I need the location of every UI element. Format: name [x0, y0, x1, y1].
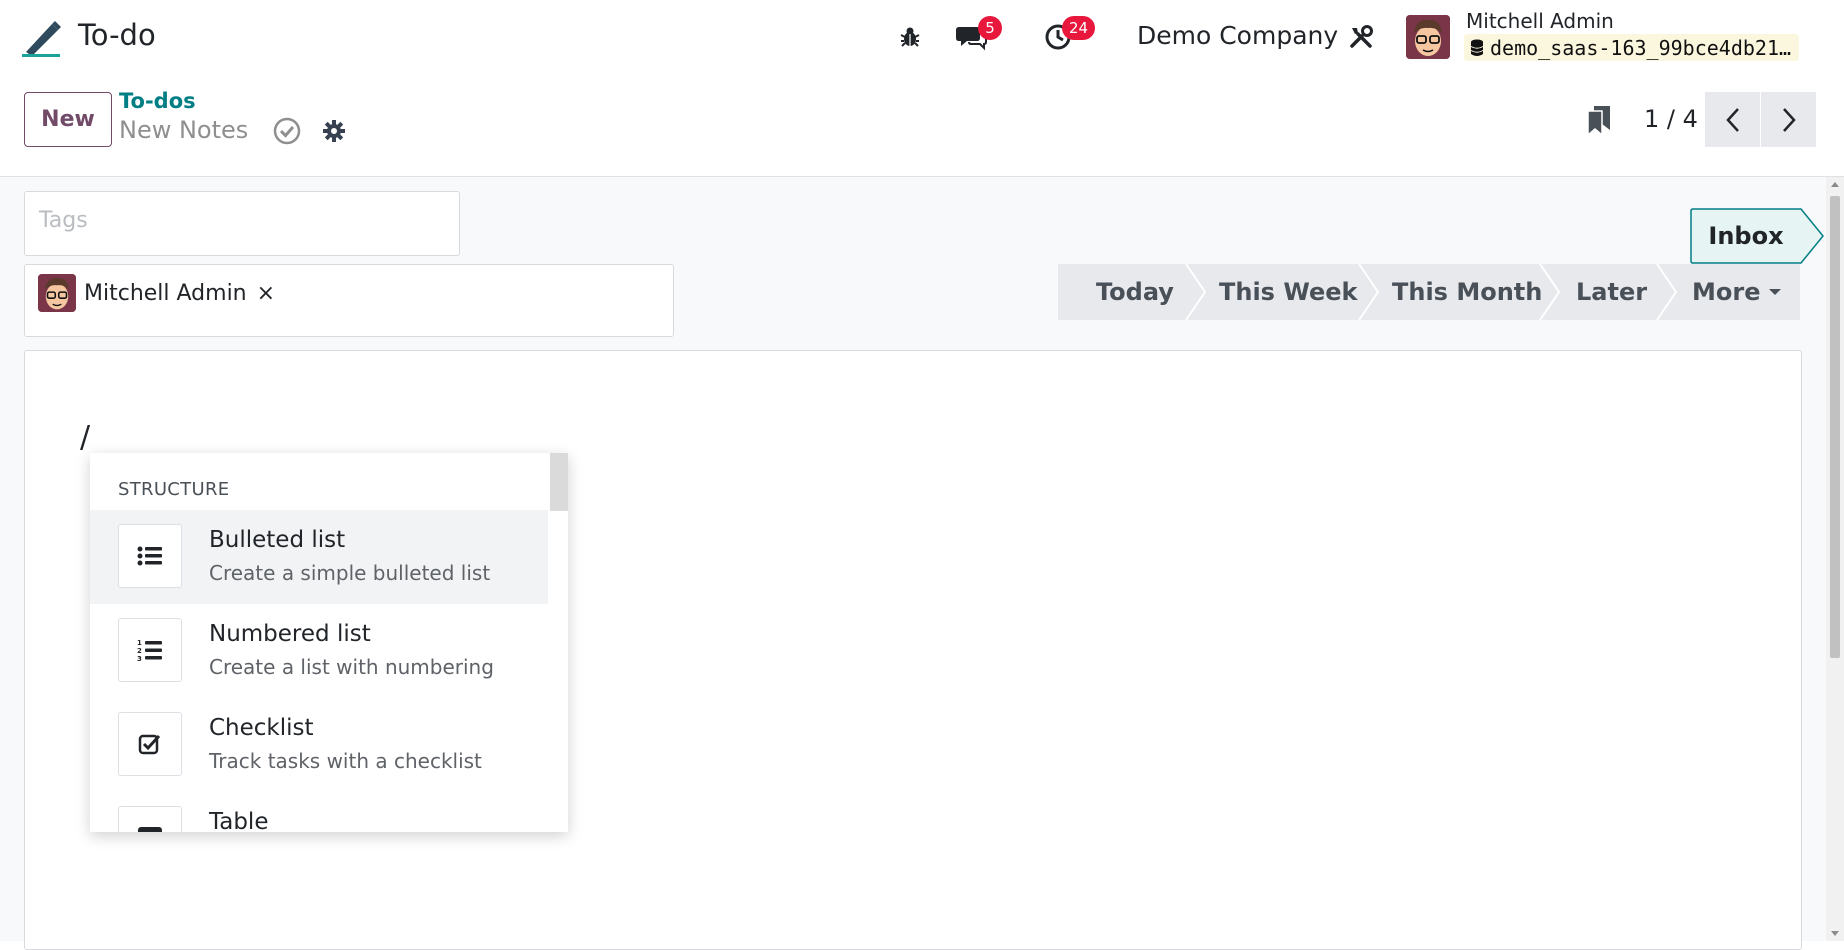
stage-this-week[interactable]: This Week — [1219, 264, 1357, 320]
stage-separator — [1656, 264, 1678, 320]
stage-statusbar: Today This Week This Month Later More — [1058, 264, 1800, 320]
scroll-down-arrow-icon[interactable] — [1830, 928, 1840, 938]
mark-done-check-icon[interactable] — [272, 116, 302, 146]
inbox-stage-button[interactable]: Inbox — [1690, 208, 1825, 264]
pager-previous-button[interactable] — [1705, 92, 1760, 147]
new-button[interactable]: New — [24, 92, 112, 147]
stage-more-label: More — [1692, 278, 1761, 306]
powerbox-item-title: Table — [209, 809, 269, 832]
messages-badge: 5 — [978, 16, 1002, 40]
window-scrollbar-thumb[interactable] — [1830, 196, 1840, 658]
scroll-up-arrow-icon[interactable] — [1830, 180, 1840, 190]
svg-text:3: 3 — [137, 655, 142, 662]
powerbox-scrollbar-thumb[interactable] — [550, 453, 568, 511]
stage-more-dropdown[interactable]: More — [1692, 264, 1782, 320]
remove-assignee-button[interactable]: × — [257, 281, 275, 306]
tools-icon[interactable] — [1344, 20, 1378, 54]
user-name[interactable]: Mitchell Admin — [1466, 9, 1614, 33]
svg-text:2: 2 — [137, 647, 142, 655]
assignees-field[interactable]: Mitchell Admin × — [24, 264, 674, 337]
chevron-right-icon — [1782, 107, 1796, 132]
list-ul-icon — [118, 524, 182, 588]
gear-icon[interactable] — [319, 116, 349, 146]
assignee-tag: Mitchell Admin × — [38, 274, 275, 312]
powerbox-item-description: Track tasks with a checklist — [209, 749, 482, 773]
powerbox-item-description: Create a simple bulleted list — [209, 561, 491, 585]
powerbox-item-bulleted-list[interactable]: Bulleted list Create a simple bulleted l… — [90, 510, 548, 604]
company-switcher[interactable]: Demo Company — [1137, 21, 1338, 50]
caret-down-icon — [1769, 289, 1782, 295]
powerbox-category: STRUCTURE — [118, 479, 230, 500]
stage-today[interactable]: Today — [1096, 264, 1174, 320]
user-avatar[interactable] — [1406, 15, 1450, 59]
activities-badge: 24 — [1062, 16, 1096, 40]
stage-this-month[interactable]: This Month — [1392, 264, 1542, 320]
breadcrumb-parent[interactable]: To-dos — [119, 89, 196, 113]
stage-separator — [1539, 264, 1561, 320]
tags-placeholder: Tags — [39, 208, 88, 233]
editor-slash-command: / — [80, 420, 91, 455]
powerbox-item-description: Create a list with numbering — [209, 655, 494, 679]
debug-bug-icon[interactable] — [893, 20, 927, 54]
table-icon — [118, 806, 182, 832]
database-name: demo_saas-163_99bce4db21… — [1490, 35, 1792, 60]
todo-app-icon[interactable] — [20, 18, 64, 58]
pager-value[interactable]: 1 / 4 — [1644, 105, 1698, 133]
bookmarks-icon[interactable] — [1584, 105, 1614, 136]
check-square-icon — [118, 712, 182, 776]
powerbox-item-title: Bulleted list — [209, 527, 346, 553]
powerbox-item-title: Numbered list — [209, 621, 371, 647]
assignee-name: Mitchell Admin — [84, 280, 247, 306]
stage-separator — [1185, 264, 1207, 320]
assignee-avatar — [38, 274, 76, 312]
list-ol-icon: 123 — [118, 618, 182, 682]
powerbox-item-numbered-list[interactable]: 123 Numbered list Create a list with num… — [90, 604, 548, 698]
stage-separator — [1358, 264, 1380, 320]
powerbox-item-checklist[interactable]: Checklist Track tasks with a checklist — [90, 698, 548, 792]
powerbox-item-table[interactable]: Table — [90, 792, 548, 832]
chevron-left-icon — [1725, 107, 1739, 132]
svg-text:1: 1 — [137, 639, 142, 647]
breadcrumb-current: New Notes — [119, 116, 249, 144]
app-title[interactable]: To-do — [78, 18, 156, 52]
control-panel: New To-dos New Notes 1 / 4 — [0, 75, 1844, 177]
tags-input[interactable]: Tags — [24, 191, 460, 256]
database-icon — [1470, 39, 1484, 56]
powerbox-item-title: Checklist — [209, 715, 314, 741]
stage-later[interactable]: Later — [1576, 264, 1647, 320]
powerbox-dropdown: STRUCTURE Bulleted list Create a simple … — [90, 453, 568, 832]
database-indicator: demo_saas-163_99bce4db21… — [1464, 34, 1800, 61]
pager-next-button[interactable] — [1761, 92, 1816, 147]
inbox-label: Inbox — [1708, 222, 1784, 250]
top-navbar: To-do 5 24 Demo Company Mitchell Admin d… — [0, 0, 1844, 75]
